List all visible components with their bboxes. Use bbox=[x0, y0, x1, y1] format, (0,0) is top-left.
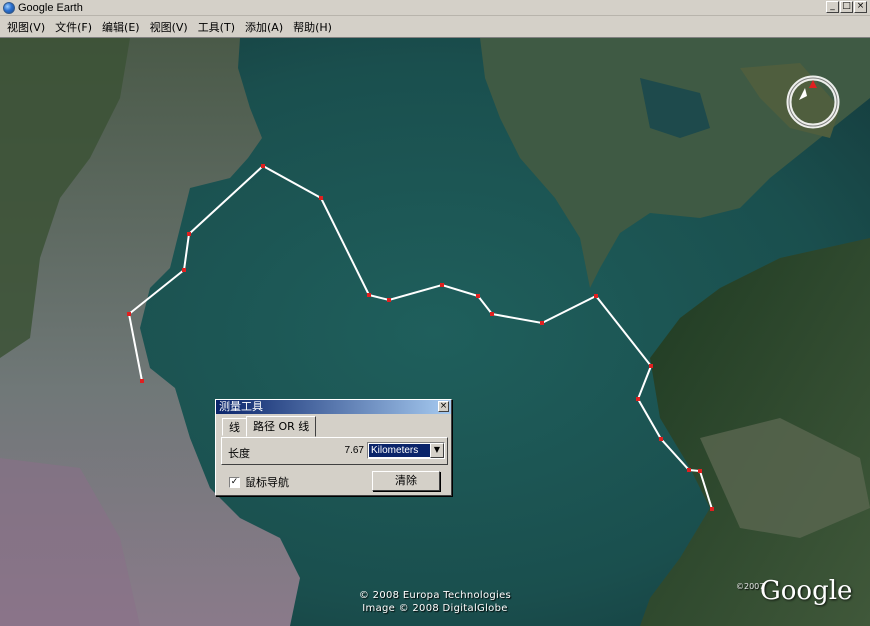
mouse-navigation-checkbox[interactable]: ✓ bbox=[229, 476, 240, 488]
mouse-navigation-label: 鼠标导航 bbox=[245, 476, 289, 489]
tab-path[interactable]: 路径 OR 线 bbox=[246, 416, 317, 437]
menu-add[interactable]: 添加(A) bbox=[240, 19, 288, 35]
menu-view-first[interactable]: 视图(V) bbox=[2, 19, 50, 35]
restore-button[interactable]: □ bbox=[840, 1, 853, 13]
menu-bar: 视图(V) 文件(F) 编辑(E) 视图(V) 工具(T) 添加(A) 帮助(H… bbox=[0, 16, 870, 38]
menu-file[interactable]: 文件(F) bbox=[50, 19, 97, 35]
unit-select[interactable]: Kilometers ▼ bbox=[367, 442, 445, 459]
clear-button[interactable]: 清除 bbox=[372, 471, 440, 491]
map-view[interactable]: © 2008 Europa Technologies Image © 2008 … bbox=[0, 38, 870, 626]
ruler-tabs: 线 路径 OR 线 bbox=[222, 416, 317, 437]
window-controls: _ □ × bbox=[826, 1, 867, 13]
ruler-dialog-titlebar[interactable]: 测量工具 × bbox=[216, 400, 451, 414]
attribution-line-2: Image © 2008 DigitalGlobe bbox=[362, 603, 508, 614]
attribution-line-1: © 2008 Europa Technologies bbox=[358, 590, 512, 601]
ruler-dialog-close-button[interactable]: × bbox=[438, 401, 449, 412]
minimize-button[interactable]: _ bbox=[826, 1, 839, 13]
menu-tools[interactable]: 工具(T) bbox=[193, 19, 240, 35]
title-bar: Google Earth _ □ × bbox=[0, 0, 870, 16]
close-button[interactable]: × bbox=[854, 1, 867, 13]
window-title: Google Earth bbox=[18, 1, 83, 14]
navigation-compass[interactable] bbox=[785, 74, 841, 130]
length-label: 长度 bbox=[228, 447, 250, 460]
google-logo: Google bbox=[760, 576, 853, 606]
google-earth-globe-icon bbox=[3, 1, 15, 14]
compass-ring-icon bbox=[786, 75, 840, 129]
ruler-dialog-title: 测量工具 bbox=[219, 400, 263, 413]
menu-view[interactable]: 视图(V) bbox=[145, 19, 193, 35]
measurement-panel: 长度 7.67 Kilometers ▼ bbox=[221, 437, 448, 465]
dropdown-arrow-icon[interactable]: ▼ bbox=[430, 443, 444, 458]
unit-selected-value: Kilometers bbox=[369, 444, 430, 457]
length-value: 7.67 bbox=[344, 445, 364, 456]
menu-edit[interactable]: 编辑(E) bbox=[97, 19, 145, 35]
menu-help[interactable]: 帮助(H) bbox=[288, 19, 337, 35]
mouse-navigation-option: ✓ 鼠标导航 bbox=[229, 474, 289, 490]
ruler-dialog: 测量工具 × 线 路径 OR 线 长度 7.67 Kilometers ▼ ✓ … bbox=[215, 399, 452, 496]
tab-line[interactable]: 线 bbox=[222, 418, 247, 436]
satellite-imagery bbox=[0, 38, 870, 626]
